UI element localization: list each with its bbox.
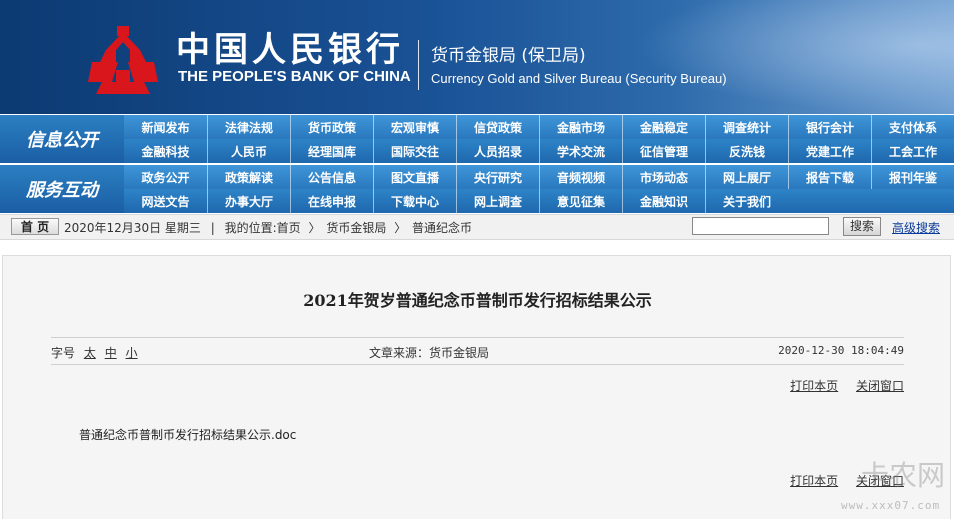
nav-item[interactable]: 货币政策 <box>290 115 373 139</box>
nav-item[interactable]: 支付体系 <box>871 115 954 139</box>
print-page-link[interactable]: 打印本页 <box>790 474 838 488</box>
nav-item[interactable]: 银行会计 <box>788 115 871 139</box>
nav-item[interactable]: 法律法规 <box>207 115 290 139</box>
font-size-small-link[interactable]: 小 <box>126 346 138 360</box>
search-button[interactable]: 搜索 <box>843 217 881 236</box>
article-meta: 字号 太 中 小 文章来源：货币金银局 2020-12-30 18:04:49 <box>51 337 904 365</box>
nav-item[interactable]: 音频视频 <box>539 165 622 189</box>
nav-item[interactable]: 金融市场 <box>539 115 622 139</box>
nav-item[interactable]: 网上调查 <box>456 189 539 213</box>
chevron-right-icon: 〉 <box>308 221 321 235</box>
nav-label-info: 信息公开 <box>0 115 124 163</box>
article-datetime: 2020-12-30 18:04:49 <box>778 344 904 357</box>
nav-item[interactable]: 意见征集 <box>539 189 622 213</box>
chevron-right-icon: 〉 <box>394 221 407 235</box>
nav-item[interactable]: 金融稳定 <box>622 115 705 139</box>
article-actions-top: 打印本页 关闭窗口 <box>776 377 904 394</box>
nav-group-interact: 服务互动 政务公开 政策解读 公告信息 图文直播 央行研究 音频视频 市场动态 网上展厅 报告下… <box>0 165 954 213</box>
nav-row: 新闻发布 法律法规 货币政策 宏观审慎 信贷政策 金融市场 金融稳定 调查统计 银行会计 支付体系 <box>124 115 954 139</box>
bank-name-cn: 中国人民银行 <box>176 30 404 70</box>
nav-item[interactable]: 宏观审慎 <box>373 115 456 139</box>
nav-item[interactable]: 人员招录 <box>456 139 539 163</box>
bureau-name-cn: 货币金银局 (保卫局) <box>431 46 586 66</box>
breadcrumb-coin-link[interactable]: 普通纪念币 <box>412 221 472 235</box>
nav-item[interactable]: 市场动态 <box>622 165 705 189</box>
close-window-link[interactable]: 关闭窗口 <box>856 379 904 393</box>
nav-item[interactable]: 公告信息 <box>290 165 373 189</box>
watermark-url: www.xxx07.com <box>841 499 941 512</box>
article-panel: 2021年贺岁普通纪念币普制币发行招标结果公示 字号 太 中 小 文章来源：货币… <box>2 255 951 519</box>
nav-item[interactable]: 金融知识 <box>622 189 705 213</box>
nav-item[interactable]: 工会工作 <box>871 139 954 163</box>
nav-row: 政务公开 政策解读 公告信息 图文直播 央行研究 音频视频 市场动态 网上展厅 报告下载 报刊年鉴 <box>124 165 954 189</box>
pboc-logo-icon <box>88 26 158 94</box>
nav-item[interactable]: 人民币 <box>207 139 290 163</box>
breadcrumb-bureau-link[interactable]: 货币金银局 <box>326 221 386 235</box>
nav-item[interactable]: 在线申报 <box>290 189 373 213</box>
breadcrumb-bar: 首 页 2020年12月30日 星期三 | 我的位置:首页 〉 货币金银局 〉 … <box>0 214 954 240</box>
nav-item[interactable]: 经理国库 <box>290 139 373 163</box>
nav-item[interactable]: 国际交往 <box>373 139 456 163</box>
nav-item[interactable]: 下载中心 <box>373 189 456 213</box>
nav-item[interactable]: 政策解读 <box>207 165 290 189</box>
nav-item[interactable]: 报刊年鉴 <box>871 165 954 189</box>
font-size-medium-link[interactable]: 中 <box>105 346 117 360</box>
header-banner: 中国人民银行 THE PEOPLE'S BANK OF CHINA 货币金银局 … <box>0 0 954 114</box>
breadcrumb: 2020年12月30日 星期三 | 我的位置:首页 〉 货币金银局 〉 普通纪念… <box>64 219 472 236</box>
banner-glow <box>634 0 954 114</box>
nav-item[interactable]: 党建工作 <box>788 139 871 163</box>
font-size-label: 字号 <box>51 346 76 360</box>
location-label: 我的位置: <box>224 221 277 235</box>
site-watermark: 卡农网 www.xxx07.com <box>841 459 946 521</box>
nav-item[interactable]: 网送文告 <box>124 189 207 213</box>
nav-item[interactable]: 央行研究 <box>456 165 539 189</box>
main-navigation: 信息公开 新闻发布 法律法规 货币政策 宏观审慎 信贷政策 金融市场 金融稳定 调查统计 银行会… <box>0 115 954 213</box>
bureau-name-en: Currency Gold and Silver Bureau (Securit… <box>431 71 727 86</box>
nav-label-interact: 服务互动 <box>0 165 124 213</box>
bank-name-en: THE PEOPLE'S BANK OF CHINA <box>178 68 411 85</box>
nav-item[interactable]: 图文直播 <box>373 165 456 189</box>
current-date: 2020年12月30日 星期三 <box>64 221 201 235</box>
print-page-link[interactable]: 打印本页 <box>790 379 838 393</box>
nav-item[interactable]: 新闻发布 <box>124 115 207 139</box>
nav-item[interactable]: 政务公开 <box>124 165 207 189</box>
nav-item[interactable]: 办事大厅 <box>207 189 290 213</box>
font-size-large-link[interactable]: 太 <box>84 346 96 360</box>
nav-item[interactable]: 调查统计 <box>705 115 788 139</box>
nav-item[interactable]: 信贷政策 <box>456 115 539 139</box>
font-size-selector: 字号 太 中 小 <box>51 344 138 361</box>
nav-item[interactable]: 关于我们 <box>705 189 788 213</box>
attachment-link[interactable]: 普通纪念币普制币发行招标结果公示.doc <box>79 426 296 443</box>
breadcrumb-divider: | <box>210 221 215 235</box>
nav-row: 网送文告 办事大厅 在线申报 下载中心 网上调查 意见征集 金融知识 关于我们 <box>124 189 954 213</box>
article-title: 2021年贺岁普通纪念币普制币发行招标结果公示 <box>303 291 652 310</box>
nav-item[interactable]: 报告下载 <box>788 165 871 189</box>
nav-item[interactable]: 金融科技 <box>124 139 207 163</box>
nav-row: 金融科技 人民币 经理国库 国际交往 人员招录 学术交流 征信管理 反洗钱 党建工作 工会工作 <box>124 139 954 163</box>
nav-item[interactable]: 征信管理 <box>622 139 705 163</box>
header-divider <box>418 40 419 90</box>
home-button[interactable]: 首 页 <box>11 218 59 235</box>
nav-item[interactable]: 网上展厅 <box>705 165 788 189</box>
nav-item[interactable]: 反洗钱 <box>705 139 788 163</box>
search-input[interactable] <box>692 217 829 235</box>
article-source: 文章来源：货币金银局 <box>369 346 490 360</box>
advanced-search-link[interactable]: 高级搜索 <box>892 219 940 236</box>
breadcrumb-home-link[interactable]: 首页 <box>277 221 301 235</box>
nav-group-info: 信息公开 新闻发布 法律法规 货币政策 宏观审慎 信贷政策 金融市场 金融稳定 调查统计 银行会… <box>0 115 954 163</box>
nav-item[interactable]: 学术交流 <box>539 139 622 163</box>
watermark-glyph: 卡农网 <box>861 459 946 492</box>
